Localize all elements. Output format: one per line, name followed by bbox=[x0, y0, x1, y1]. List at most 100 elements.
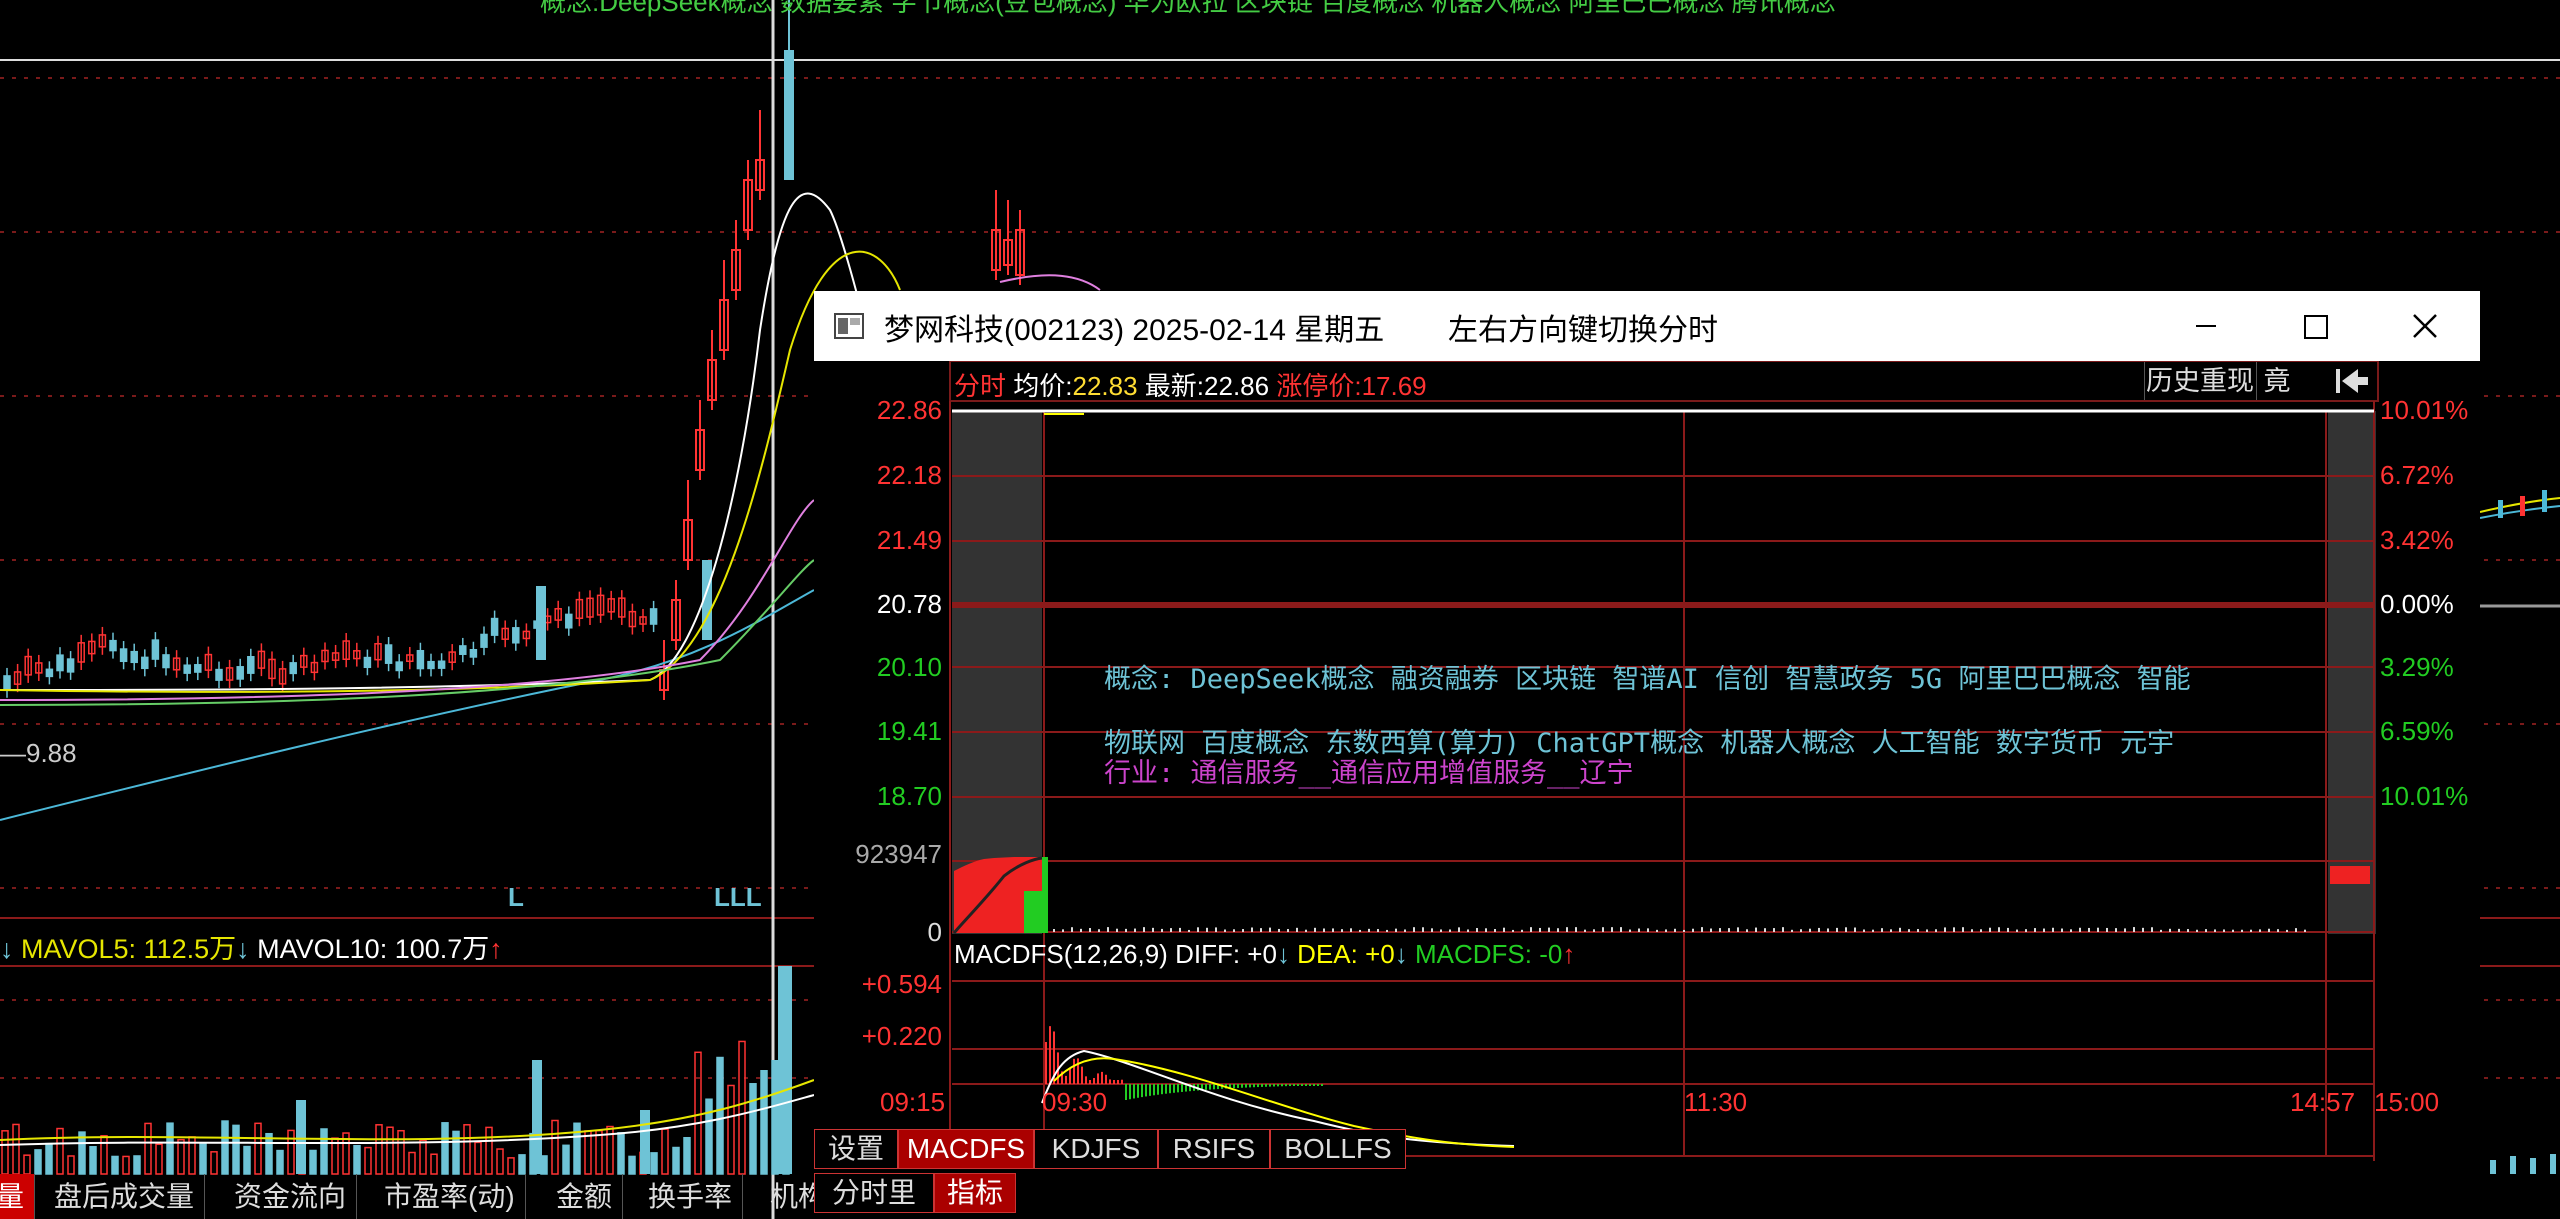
tab-rsifs[interactable]: RSIFS bbox=[1158, 1129, 1270, 1169]
volume-bar bbox=[210, 1151, 218, 1175]
candle-body bbox=[480, 633, 488, 648]
up-arrow: ↑ bbox=[1562, 939, 1576, 969]
volume-bar bbox=[532, 1060, 542, 1174]
volume-legend: ↓ MAVOL5: 112.5万↓ MAVOL10: 100.7万↑ bbox=[0, 927, 503, 966]
tab-macdfs[interactable]: MACDFS bbox=[898, 1129, 1034, 1169]
down-arrow: ↓ bbox=[236, 934, 250, 964]
limit-up-value: 17.69 bbox=[1361, 371, 1427, 401]
pct-axis-label: 10.01% bbox=[2380, 395, 2469, 425]
tab-fund-flow[interactable]: 资金流向 bbox=[224, 1174, 358, 1219]
top-concept-ticker: 概念:DeepSeek概念 数据要素 字节概念(豆包概念) 华为欧拉 区块链 百… bbox=[540, 0, 1836, 17]
tab-volume[interactable]: 量 bbox=[0, 1174, 36, 1219]
volume-bar bbox=[177, 1138, 185, 1175]
volume-bar bbox=[166, 1122, 174, 1175]
tab-amount[interactable]: 金额 bbox=[546, 1174, 624, 1219]
time-axis-label: 14:57 bbox=[2290, 1087, 2356, 1117]
macd-legend: MACDFS(12,26,9) DIFF: +0↓ DEA: +0↓ MACDF… bbox=[954, 939, 1575, 970]
volume-bar bbox=[628, 1155, 636, 1175]
volume-bar bbox=[771, 1060, 779, 1175]
candle-body bbox=[363, 656, 372, 669]
volume-bar bbox=[111, 1155, 119, 1175]
candle-body bbox=[130, 650, 138, 664]
down-arrow: ↓ bbox=[1394, 939, 1408, 969]
signal-marker: LLL bbox=[714, 882, 762, 912]
volume-bar bbox=[573, 1122, 581, 1175]
volume-bar bbox=[749, 1083, 757, 1175]
ma-line-pink-right bbox=[999, 274, 1101, 291]
volume-bar bbox=[430, 1153, 438, 1175]
maximize-button[interactable] bbox=[2260, 291, 2370, 361]
volume-bar bbox=[397, 1129, 405, 1175]
candle-body bbox=[151, 639, 160, 660]
volume-bar bbox=[661, 1128, 669, 1175]
volume-bar bbox=[34, 1149, 42, 1175]
pct-axis-label: 6.59% bbox=[2380, 716, 2454, 746]
candle-body bbox=[194, 664, 202, 673]
tab-pe-ratio[interactable]: 市盈率(动) bbox=[374, 1174, 526, 1219]
tab-kdjfs[interactable]: KDJFS bbox=[1034, 1129, 1158, 1169]
auction-button[interactable]: 竟 bbox=[2256, 362, 2297, 400]
volume-bar bbox=[617, 1132, 625, 1175]
volume-bar bbox=[199, 1143, 207, 1175]
volume-bar bbox=[122, 1155, 130, 1175]
signal-marker: L bbox=[508, 882, 524, 912]
candle-body bbox=[427, 660, 435, 670]
candle-body bbox=[45, 668, 54, 678]
down-arrow: ↓ bbox=[1276, 939, 1290, 969]
ma-line-yellow bbox=[0, 250, 901, 693]
history-replay-button[interactable]: 历史重现 bbox=[2144, 362, 2255, 400]
ma-line-green bbox=[0, 559, 815, 706]
avg-price-value: 22.83 bbox=[1072, 371, 1138, 401]
up-arrow: ↑ bbox=[489, 934, 503, 964]
candle-body bbox=[536, 586, 546, 660]
volume-bar bbox=[243, 1145, 251, 1175]
volume-axis-label: 0 bbox=[927, 917, 942, 947]
candle-body bbox=[395, 661, 403, 672]
tab-indicators[interactable]: 指标 bbox=[934, 1173, 1016, 1213]
intraday-popup-window: 梦网科技(002123) 2025-02-14 星期五 左右方向键切换分时 分时… bbox=[814, 291, 2480, 1219]
window-hint: 左右方向键切换分时 bbox=[1448, 314, 1718, 347]
volume-bar bbox=[727, 1084, 735, 1175]
macd-axis-label: +0.220 bbox=[861, 1021, 942, 1051]
back-arrow-icon bbox=[2336, 369, 2368, 393]
tab-after-hours-volume[interactable]: 盘后成交量 bbox=[44, 1174, 206, 1219]
minimize-button[interactable] bbox=[2150, 291, 2260, 361]
tab-bollfs[interactable]: BOLLFS bbox=[1270, 1129, 1406, 1169]
mode-label: 分时 bbox=[954, 371, 1007, 401]
macdfs-label: MACDFS: -0 bbox=[1414, 939, 1563, 969]
candle-body bbox=[289, 662, 297, 675]
candle-body bbox=[66, 658, 75, 673]
volume-bar bbox=[265, 1132, 273, 1175]
candle-body bbox=[490, 617, 499, 636]
volume-bar bbox=[353, 1144, 361, 1175]
intraday-content: 分时 均价:22.83 最新:22.86 涨停价:17.69 历史重现 竟 22… bbox=[814, 361, 2480, 1219]
volume-bar bbox=[254, 1122, 262, 1175]
candle-body bbox=[784, 50, 794, 180]
volume-bar bbox=[474, 1141, 482, 1175]
tab-intraday-volume[interactable]: 分时里 bbox=[814, 1173, 934, 1213]
candle-body bbox=[119, 648, 128, 663]
volume-bar bbox=[56, 1127, 64, 1175]
volume-bar bbox=[518, 1154, 526, 1175]
candle-body bbox=[469, 648, 478, 658]
time-axis-label: 15:00 bbox=[2374, 1087, 2440, 1117]
window-titlebar[interactable]: 梦网科技(002123) 2025-02-14 星期五 左右方向键切换分时 bbox=[814, 291, 2480, 361]
volume-bar bbox=[584, 1130, 592, 1175]
candle-body bbox=[215, 668, 223, 681]
candle-body bbox=[512, 627, 520, 644]
back-button[interactable] bbox=[2332, 365, 2372, 397]
window-title: 梦网科技(002123) 2025-02-14 星期五 bbox=[884, 314, 1385, 347]
volume-bar bbox=[276, 1149, 284, 1175]
volume-bar bbox=[89, 1146, 97, 1175]
volume-bar bbox=[232, 1124, 240, 1175]
volume-bar bbox=[441, 1122, 449, 1175]
volume-bar bbox=[12, 1123, 20, 1175]
volume-bar bbox=[408, 1151, 416, 1175]
volume-axis-label: 923947 bbox=[855, 839, 942, 869]
candle-body bbox=[459, 645, 467, 655]
tab-turnover[interactable]: 换手率 bbox=[638, 1174, 744, 1219]
tab-settings[interactable]: 设置 bbox=[814, 1129, 898, 1169]
volume-bar bbox=[133, 1155, 141, 1175]
minimize-icon bbox=[2196, 325, 2216, 327]
close-button[interactable] bbox=[2370, 291, 2480, 361]
